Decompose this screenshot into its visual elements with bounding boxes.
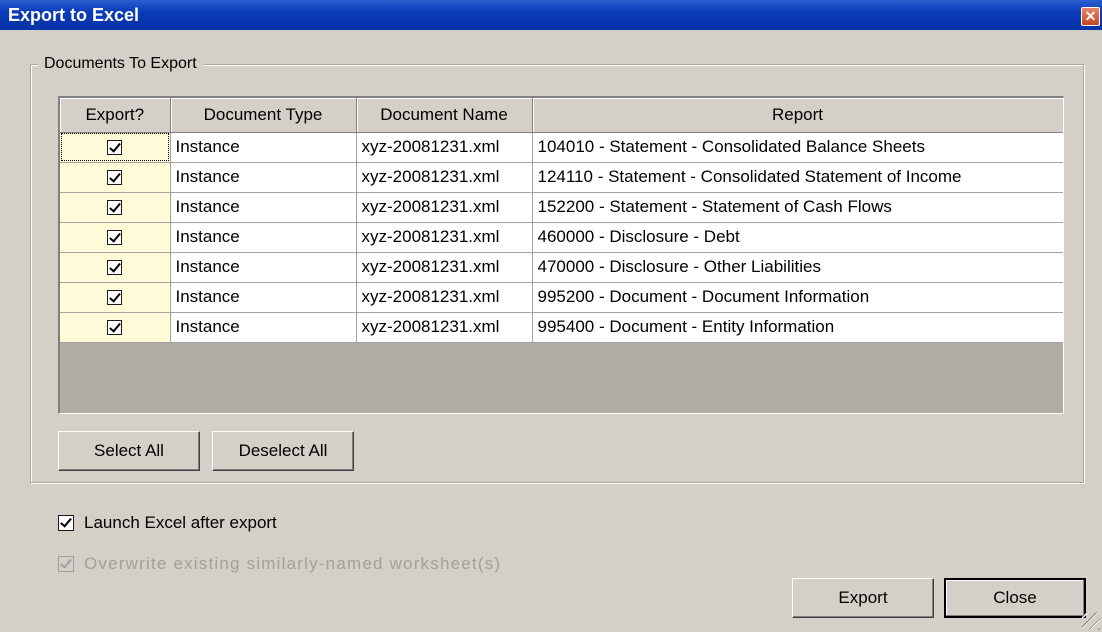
table-row[interactable]: Instance xyz-20081231.xml 470000 - Discl… bbox=[60, 252, 1063, 283]
document-name-cell: xyz-20081231.xml bbox=[356, 282, 533, 313]
table-row[interactable]: Instance xyz-20081231.xml 152200 - State… bbox=[60, 192, 1063, 223]
document-type-cell: Instance bbox=[170, 312, 357, 343]
document-name-cell: xyz-20081231.xml bbox=[356, 222, 533, 253]
table-row[interactable]: Instance xyz-20081231.xml 104010 - State… bbox=[60, 132, 1063, 163]
export-checkbox[interactable] bbox=[107, 290, 123, 306]
document-name-cell: xyz-20081231.xml bbox=[356, 192, 533, 223]
document-name-cell: xyz-20081231.xml bbox=[356, 252, 533, 283]
export-cell[interactable] bbox=[60, 282, 171, 313]
export-checkbox[interactable] bbox=[107, 170, 123, 186]
document-type-cell: Instance bbox=[170, 192, 357, 223]
document-type-cell: Instance bbox=[170, 132, 357, 163]
document-type-cell: Instance bbox=[170, 282, 357, 313]
groupbox-legend: Documents To Export bbox=[38, 53, 203, 75]
export-cell[interactable] bbox=[60, 132, 171, 163]
report-cell: 460000 - Disclosure - Debt bbox=[532, 222, 1063, 253]
report-cell: 995400 - Document - Entity Information bbox=[532, 312, 1063, 343]
export-cell[interactable] bbox=[60, 222, 171, 253]
export-cell[interactable] bbox=[60, 162, 171, 193]
export-checkbox[interactable] bbox=[107, 140, 123, 156]
window-title: Export to Excel bbox=[8, 5, 140, 25]
table-row[interactable]: Instance xyz-20081231.xml 995200 - Docum… bbox=[60, 282, 1063, 313]
export-cell[interactable] bbox=[60, 192, 171, 223]
resize-grip-icon[interactable] bbox=[1082, 612, 1100, 630]
deselect-all-button[interactable]: Deselect All bbox=[212, 431, 354, 471]
documents-table: Export? Document Type Document Name Repo… bbox=[60, 98, 1063, 343]
document-type-cell: Instance bbox=[170, 252, 357, 283]
launch-excel-label: Launch Excel after export bbox=[84, 513, 277, 532]
table-row[interactable]: Instance xyz-20081231.xml 995400 - Docum… bbox=[60, 312, 1063, 343]
close-icon[interactable]: ✕ bbox=[1081, 7, 1100, 26]
export-cell[interactable] bbox=[60, 312, 171, 343]
overwrite-label: Overwrite existing similarly-named works… bbox=[84, 554, 502, 573]
overwrite-checkbox bbox=[58, 556, 74, 572]
report-cell: 104010 - Statement - Consolidated Balanc… bbox=[532, 132, 1063, 163]
document-name-cell: xyz-20081231.xml bbox=[356, 312, 533, 343]
document-type-cell: Instance bbox=[170, 222, 357, 253]
export-cell[interactable] bbox=[60, 252, 171, 283]
report-cell: 470000 - Disclosure - Other Liabilities bbox=[532, 252, 1063, 283]
table-header-row: Export? Document Type Document Name Repo… bbox=[60, 98, 1063, 133]
export-checkbox[interactable] bbox=[107, 320, 123, 336]
column-header-document-name[interactable]: Document Name bbox=[356, 98, 533, 133]
table-row[interactable]: Instance xyz-20081231.xml 460000 - Discl… bbox=[60, 222, 1063, 253]
column-header-document-type[interactable]: Document Type bbox=[170, 98, 357, 133]
export-checkbox[interactable] bbox=[107, 200, 123, 216]
report-cell: 124110 - Statement - Consolidated Statem… bbox=[532, 162, 1063, 193]
column-header-export[interactable]: Export? bbox=[60, 98, 171, 133]
select-all-button[interactable]: Select All bbox=[58, 431, 200, 471]
document-type-cell: Instance bbox=[170, 162, 357, 193]
export-button[interactable]: Export bbox=[792, 578, 934, 618]
documents-grid[interactable]: Export? Document Type Document Name Repo… bbox=[58, 96, 1064, 414]
document-name-cell: xyz-20081231.xml bbox=[356, 162, 533, 193]
table-row[interactable]: Instance xyz-20081231.xml 124110 - State… bbox=[60, 162, 1063, 193]
launch-excel-checkbox[interactable] bbox=[58, 515, 74, 531]
export-checkbox[interactable] bbox=[107, 230, 123, 246]
document-name-cell: xyz-20081231.xml bbox=[356, 132, 533, 163]
overwrite-option: Overwrite existing similarly-named works… bbox=[58, 553, 578, 575]
column-header-report[interactable]: Report bbox=[532, 98, 1063, 133]
report-cell: 995200 - Document - Document Information bbox=[532, 282, 1063, 313]
launch-excel-option[interactable]: Launch Excel after export bbox=[58, 512, 378, 534]
close-button[interactable]: Close bbox=[944, 578, 1086, 618]
report-cell: 152200 - Statement - Statement of Cash F… bbox=[532, 192, 1063, 223]
export-checkbox[interactable] bbox=[107, 260, 123, 276]
title-bar[interactable]: Export to Excel ✕ bbox=[0, 0, 1102, 30]
